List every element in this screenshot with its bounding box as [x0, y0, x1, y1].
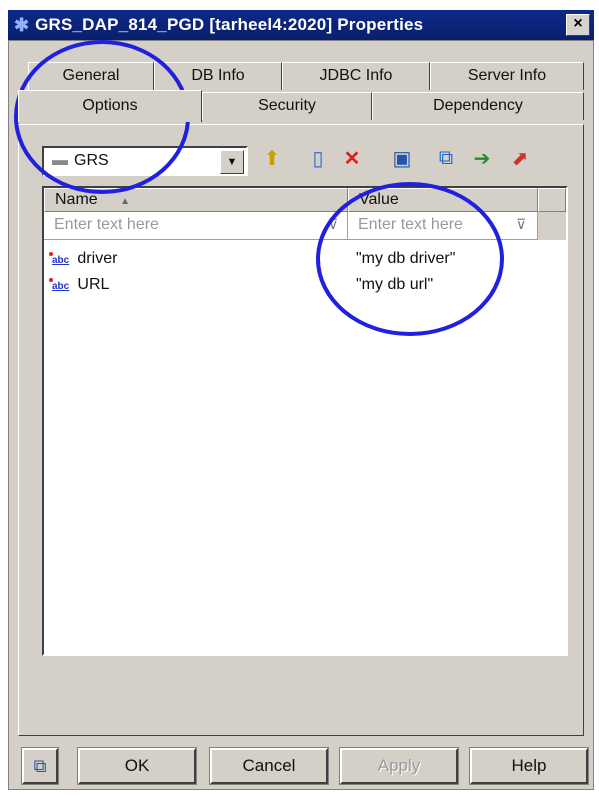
tab-db-info[interactable]: DB Info	[154, 62, 282, 90]
help-button[interactable]: Help	[469, 747, 589, 785]
app-icon: ✱	[14, 14, 30, 35]
export-icon[interactable]: ⬈	[506, 144, 534, 172]
up-arrow-icon[interactable]: ⬆	[258, 144, 286, 172]
name-filter-input[interactable]: Enter text here	[44, 212, 348, 240]
ok-button[interactable]: OK	[77, 747, 197, 785]
column-header-name[interactable]: Name ▲	[44, 188, 348, 212]
properties-icon[interactable]: ▣	[388, 144, 416, 172]
tab-general[interactable]: General	[28, 62, 154, 90]
tab-server-info[interactable]: Server Info	[430, 62, 584, 90]
cancel-button[interactable]: Cancel	[209, 747, 329, 785]
new-document-icon[interactable]: ▯	[304, 144, 332, 172]
tab-security[interactable]: Security	[202, 92, 372, 120]
options-grid: Name ▲ Value Enter text here ⊽ Enter tex…	[42, 186, 568, 656]
tab-dependency[interactable]: Dependency	[372, 92, 584, 120]
scope-combo[interactable]: ▬ GRS ▼	[42, 146, 248, 176]
string-type-icon: abc	[48, 278, 70, 292]
import-icon[interactable]: ➔	[468, 144, 496, 172]
chevron-down-icon[interactable]: ▼	[220, 150, 244, 174]
close-icon[interactable]: ×	[566, 14, 590, 36]
filter-icon[interactable]: ⊽	[328, 216, 338, 233]
tab-jdbc-info[interactable]: JDBC Info	[282, 62, 430, 90]
scope-combo-value: GRS	[74, 152, 109, 169]
column-header-value[interactable]: Value	[348, 188, 538, 212]
title-bar: ✱ GRS_DAP_814_PGD [tarheel4:2020] Proper…	[8, 10, 594, 40]
filter-spacer	[538, 212, 566, 240]
value-filter-input[interactable]: Enter text here	[348, 212, 538, 240]
filter-icon[interactable]: ⊽	[516, 216, 526, 233]
row-value: "my db url"	[356, 276, 434, 293]
row-value: "my db driver"	[356, 250, 456, 267]
row-name: driver	[77, 250, 118, 267]
column-header-spacer	[538, 188, 566, 212]
table-row[interactable]: abc driver "my db driver"	[48, 250, 552, 272]
string-type-icon: abc	[48, 252, 70, 266]
copy-properties-icon[interactable]: ⧉	[21, 747, 59, 785]
sort-up-icon: ▲	[120, 196, 131, 207]
tab-options[interactable]: Options	[18, 90, 202, 122]
apply-button: Apply	[339, 747, 459, 785]
folder-icon: ▬	[52, 152, 68, 169]
table-row[interactable]: abc URL "my db url"	[48, 276, 552, 298]
row-name: URL	[77, 276, 110, 293]
window-title: GRS_DAP_814_PGD [tarheel4:2020] Properti…	[35, 15, 424, 34]
copy-icon[interactable]: ⧉	[432, 144, 460, 172]
delete-icon[interactable]: ✕	[338, 144, 366, 172]
